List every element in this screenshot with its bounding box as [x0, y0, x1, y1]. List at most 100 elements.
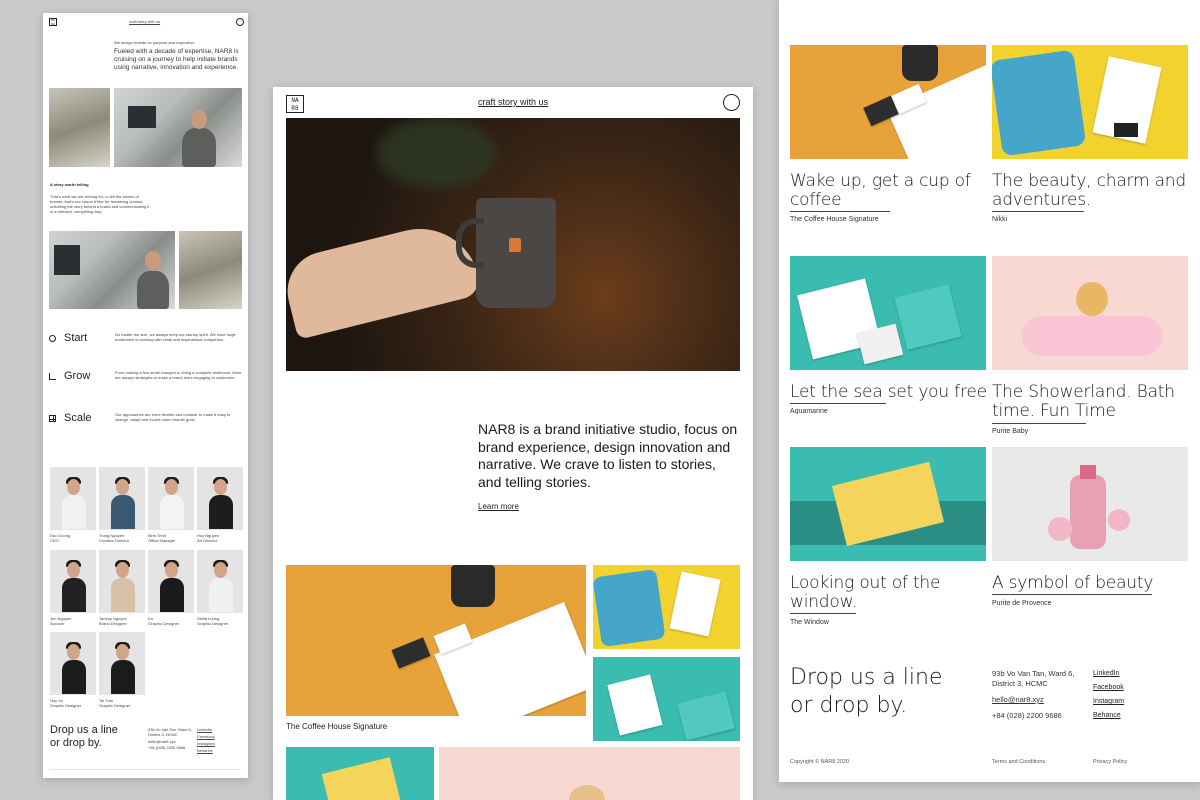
hero-image	[286, 118, 740, 371]
plant-blur	[376, 118, 496, 188]
project-title[interactable]: Let the sea set you free	[790, 383, 990, 402]
office-photo-detail	[179, 231, 242, 309]
hand	[286, 216, 483, 340]
email-link[interactable]: hello@nar8.xyz	[148, 739, 176, 744]
project-client: Aquamarine	[790, 408, 828, 415]
project-image-nikki[interactable]	[593, 565, 740, 649]
tagline-link[interactable]: craft story with us	[129, 19, 160, 24]
step-text: No matter the size, we always keep our s…	[115, 332, 236, 342]
intro-small: We design brands on purpose and inspirat…	[114, 40, 195, 45]
step-grow: Grow From making a few small changes to …	[49, 369, 244, 399]
team-role: Creative Director	[99, 538, 130, 543]
team-photo	[99, 632, 145, 695]
team-role: CEO	[50, 538, 59, 543]
team-photo	[99, 550, 145, 613]
project-image-window[interactable]	[286, 747, 434, 800]
team-photo	[197, 467, 243, 530]
terms-link[interactable]: Terms and Conditions	[992, 759, 1045, 765]
logo[interactable]: NA R8	[286, 95, 304, 113]
project-client: Purite de Provence	[992, 600, 1052, 607]
team-photo	[99, 467, 145, 530]
phone: +84 (028) 2200 9686	[148, 745, 186, 750]
office-photo-team	[114, 88, 242, 167]
privacy-link[interactable]: Privacy Policy	[1093, 759, 1127, 765]
intro-lead: Fueled with a decade of expertise, NAR8 …	[114, 48, 239, 71]
project-image-showerland[interactable]	[439, 747, 740, 800]
team-photo	[50, 467, 96, 530]
address: 93b Vo Van Tan, Ward 6, District 3, HCMC	[992, 669, 1075, 688]
step-text: Our approaches are more flexible and mod…	[115, 412, 231, 422]
team-role: Account	[50, 621, 65, 626]
phone: +84 (028) 2200 9686	[992, 711, 1062, 720]
social-link-facebook[interactable]: Facebook	[197, 734, 215, 739]
project-image-showerland[interactable]	[992, 256, 1188, 370]
growth-chart-icon	[49, 373, 56, 380]
project-client: Purite Baby	[992, 428, 1029, 435]
team-photo	[50, 550, 96, 613]
project-image-window[interactable]	[790, 447, 986, 561]
mug	[476, 198, 556, 308]
step-text: From making a few small changes to doing…	[115, 370, 242, 380]
team-role: Art Director	[197, 538, 218, 543]
copyright: Copyright © NAR8 2020	[790, 759, 850, 765]
email-link[interactable]: hello@nar8.xyz	[992, 695, 1044, 704]
page-preview-home: NA R8 craft story with us NAR8 is a bran…	[273, 87, 753, 800]
project-image-coffee[interactable]	[790, 45, 986, 159]
scale-grid-icon	[49, 415, 56, 422]
social-link-behance[interactable]: Behance	[197, 748, 213, 753]
project-image-purite[interactable]	[992, 447, 1188, 561]
mug-handle	[456, 218, 484, 268]
tagline-link[interactable]: craft story with us	[478, 97, 548, 107]
page-preview-work: Wake up, get a cup of coffee The Coffee …	[779, 0, 1200, 782]
project-image-coffee[interactable]	[286, 565, 586, 716]
social-link-behance[interactable]: Behance	[1093, 712, 1121, 719]
footer-rule	[50, 769, 241, 770]
team-photo	[148, 467, 194, 530]
office-photo-desk	[49, 231, 175, 309]
menu-circle-icon[interactable]	[236, 18, 244, 26]
social-link-linkedin[interactable]: LinkedIn	[1093, 670, 1119, 677]
team-photo	[148, 550, 194, 613]
studio-statement: NAR8 is a brand initiative studio, focus…	[478, 421, 738, 490]
team-role: Graphic Designer	[148, 621, 180, 626]
project-title[interactable]: Looking out of the window.	[790, 574, 986, 612]
team-role: Graphic Designer	[99, 703, 131, 708]
team-role: Graphic Designer	[50, 703, 82, 708]
step-label: Grow	[64, 370, 91, 382]
learn-more-link[interactable]: Learn more	[478, 502, 519, 511]
project-image-aquamarine[interactable]	[593, 657, 740, 741]
project-caption: The Coffee House Signature	[286, 722, 388, 731]
project-image-nikki[interactable]	[992, 45, 1188, 159]
project-image-aquamarine[interactable]	[790, 256, 986, 370]
office-photo-plant	[49, 88, 110, 167]
project-title[interactable]: The Showerland. Bath time. Fun Time	[992, 383, 1188, 421]
step-scale: Scale Our approaches are more flexible a…	[49, 411, 244, 441]
team-role: Brand Designer	[99, 621, 127, 626]
project-title[interactable]: A symbol of beauty	[992, 574, 1188, 593]
team-role: Graphic Designer	[197, 621, 229, 626]
story-text: That's what we are striving for: to tell…	[50, 194, 150, 214]
step-label: Start	[64, 332, 88, 344]
social-link-facebook[interactable]: Facebook	[1093, 684, 1124, 691]
project-title[interactable]: Wake up, get a cup of coffee	[790, 172, 980, 210]
project-client: The Coffee House Signature	[790, 216, 879, 223]
menu-circle-icon[interactable]	[723, 94, 740, 111]
team-role: Office Manager	[148, 538, 176, 543]
social-link-instagram[interactable]: Instagram	[1093, 698, 1124, 705]
social-link-linkedin[interactable]: LinkedIn	[197, 727, 212, 732]
story-heading: A story worth telling	[50, 182, 89, 187]
project-client: The Window	[790, 619, 829, 626]
contact-heading: Drop us a line or drop by.	[790, 665, 943, 718]
project-client: Nikki	[992, 216, 1008, 223]
social-link-instagram[interactable]: Instagram	[197, 741, 215, 746]
project-title[interactable]: The beauty, charm and adventures.	[992, 172, 1188, 210]
team-photo	[50, 632, 96, 695]
page-preview-mobile: NA R8 craft story with us We design bran…	[43, 13, 248, 778]
mug-logo	[509, 238, 521, 252]
step-label: Scale	[64, 412, 92, 424]
power-icon	[49, 335, 56, 342]
address: 93b Vo Van Tan, Ward 6, District 3, HCMC	[148, 727, 192, 737]
team-photo	[197, 550, 243, 613]
logo[interactable]: NA R8	[49, 18, 57, 26]
step-start: Start No matter the size, we always keep…	[49, 331, 244, 361]
